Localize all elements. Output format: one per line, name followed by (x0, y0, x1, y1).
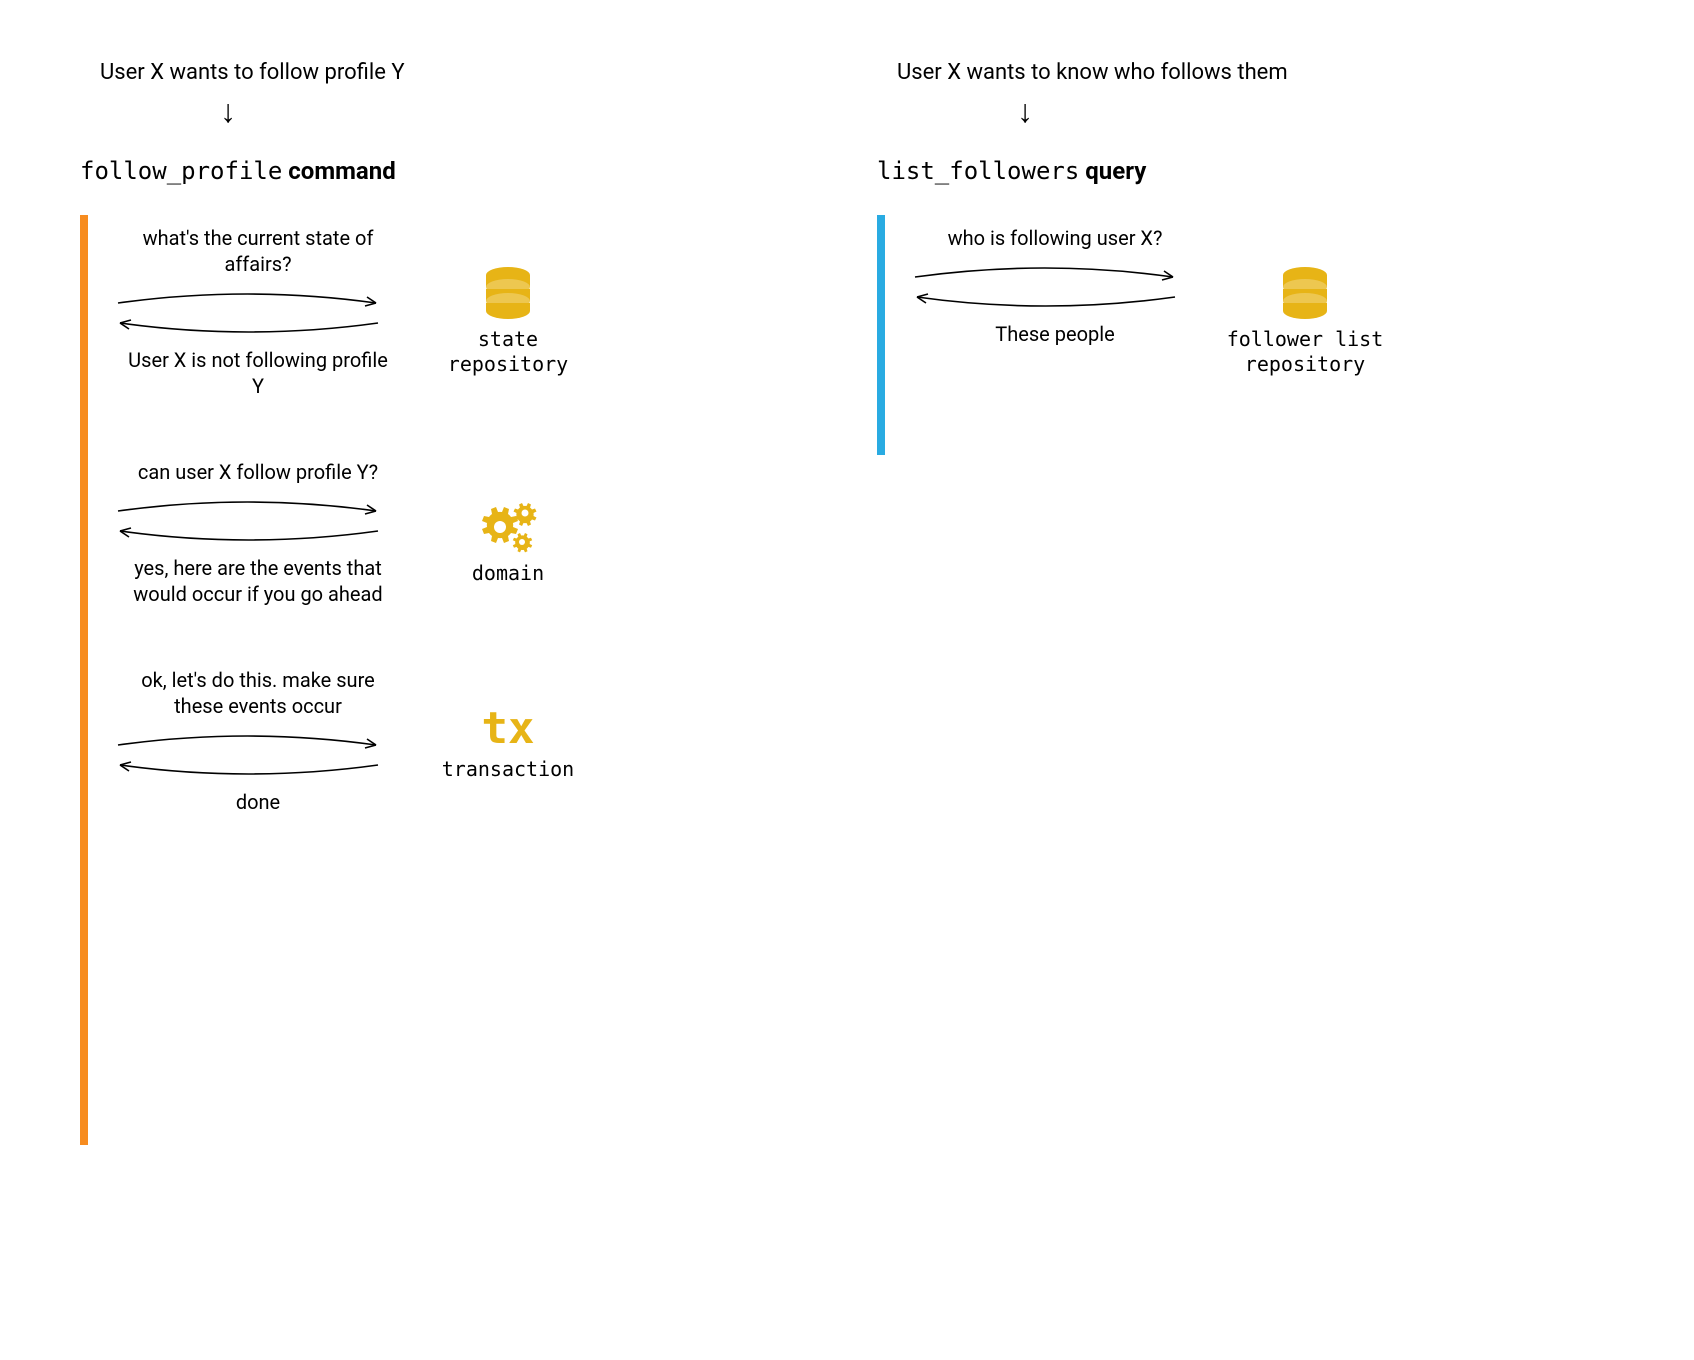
command-flow: what's the current state of affairs? Use… (80, 215, 817, 1145)
message-back: User X is not following profile Y (128, 347, 388, 399)
command-heading-code: follow_profile (80, 157, 282, 185)
message-back: done (128, 789, 388, 815)
query-heading: list_followers query (877, 157, 1614, 185)
bidir-arrows-icon (905, 257, 1205, 317)
down-arrow-icon: ↓ (220, 95, 817, 127)
tx-icon: tx (482, 707, 535, 751)
target-node: follower list repository (1225, 265, 1385, 377)
command-bar (80, 215, 88, 1145)
command-heading-kind: command (282, 157, 395, 185)
query-steps: who is following user X? These people (905, 215, 1614, 455)
diagram-columns: User X wants to follow profile Y ↓ follo… (80, 60, 1614, 1145)
message-out: can user X follow profile Y? (128, 459, 388, 485)
bidir-arrows-icon (108, 491, 408, 551)
target-label: state repository (428, 327, 588, 377)
query-column: User X wants to know who follows them ↓ … (877, 60, 1614, 1145)
down-arrow-icon: ↓ (1017, 95, 1614, 127)
command-heading: follow_profile command (80, 157, 817, 185)
command-column: User X wants to follow profile Y ↓ follo… (80, 60, 817, 1145)
query-flow: who is following user X? These people (877, 215, 1614, 455)
exchange: what's the current state of affairs? Use… (108, 225, 408, 399)
gears-icon (476, 499, 540, 555)
flow-step: what's the current state of affairs? Use… (108, 225, 817, 399)
flow-step: ok, let's do this. make sure these event… (108, 667, 817, 815)
database-icon (480, 265, 536, 321)
query-bar (877, 215, 885, 455)
query-heading-code: list_followers (877, 157, 1079, 185)
exchange: ok, let's do this. make sure these event… (108, 667, 408, 815)
exchange: can user X follow profile Y? yes, here a… (108, 459, 408, 607)
message-out: what's the current state of affairs? (128, 225, 388, 277)
query-intent: User X wants to know who follows them (897, 60, 1614, 85)
target-node: domain (428, 499, 588, 586)
flow-step: can user X follow profile Y? yes, here a… (108, 459, 817, 607)
target-label: transaction (442, 757, 574, 782)
target-node: tx transaction (428, 707, 588, 782)
command-steps: what's the current state of affairs? Use… (108, 215, 817, 1145)
flow-step: who is following user X? These people (905, 225, 1614, 377)
message-out: ok, let's do this. make sure these event… (128, 667, 388, 719)
target-label: follower list repository (1225, 327, 1385, 377)
bidir-arrows-icon (108, 283, 408, 343)
message-back: These people (925, 321, 1185, 347)
target-label: domain (472, 561, 544, 586)
exchange: who is following user X? These people (905, 225, 1205, 347)
target-node: state repository (428, 265, 588, 377)
database-icon (1277, 265, 1333, 321)
command-intent: User X wants to follow profile Y (100, 60, 817, 85)
bidir-arrows-icon (108, 725, 408, 785)
message-out: who is following user X? (925, 225, 1185, 251)
message-back: yes, here are the events that would occu… (128, 555, 388, 607)
query-heading-kind: query (1079, 157, 1146, 185)
